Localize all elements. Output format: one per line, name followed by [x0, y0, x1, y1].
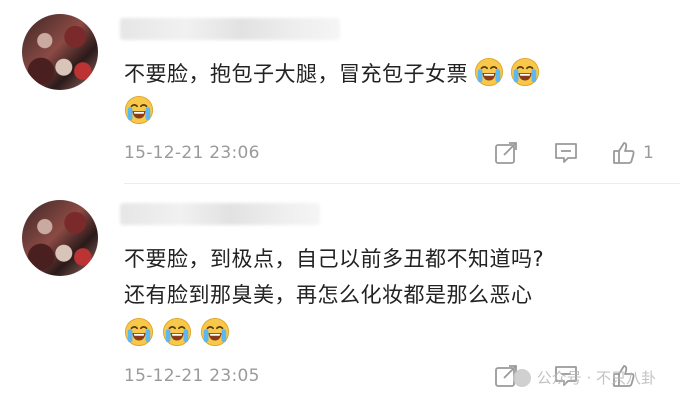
comment-icon [555, 143, 577, 163]
watermark-text: 公众号 · 不只八卦 [536, 369, 656, 387]
share-button[interactable] [493, 140, 519, 166]
watermark: 公众号 · 不只八卦 [512, 367, 656, 388]
thumbs-up-icon [613, 142, 635, 164]
divider [124, 183, 680, 184]
avatar[interactable] [22, 200, 98, 276]
share-icon [495, 142, 517, 164]
emoji-row [124, 317, 238, 351]
crying-laughing-emoji-icon [124, 95, 154, 125]
comment-text-line: 不要脸，到极点，自己以前多丑都不知道吗? [124, 247, 545, 271]
crying-laughing-emoji-icon [474, 57, 504, 87]
username-blurred[interactable] [120, 18, 340, 40]
reply-button[interactable] [553, 140, 579, 166]
comment-text-line: 还有脸到那臭美，再怎么化妆都是那么恶心 [124, 283, 533, 307]
comment-text: 不要脸，抱包子大腿，冒充包子女票 [124, 56, 664, 92]
like-button[interactable]: 1 [611, 140, 654, 166]
crying-laughing-emoji-icon [162, 317, 192, 347]
emoji-row [124, 95, 162, 129]
like-count: 1 [643, 143, 654, 163]
username-blurred[interactable] [120, 203, 320, 225]
avatar[interactable] [22, 14, 98, 90]
comment-text: 不要脸，到极点，自己以前多丑都不知道吗? 还有脸到那臭美，再怎么化妆都是那么恶心 [124, 241, 664, 313]
crying-laughing-emoji-icon [510, 57, 540, 87]
crying-laughing-emoji-icon [200, 317, 230, 347]
comment-timestamp: 15-12-21 23:05 [124, 366, 260, 386]
comment-timestamp: 15-12-21 23:06 [124, 143, 260, 163]
comment-item: 不要脸，抱包子大腿，冒充包子女票 15-12-21 23:06 1 [0, 0, 680, 185]
comment-text-line: 不要脸，抱包子大腿，冒充包子女票 [124, 62, 468, 86]
wechat-logo-icon [512, 368, 531, 387]
crying-laughing-emoji-icon [124, 317, 154, 347]
